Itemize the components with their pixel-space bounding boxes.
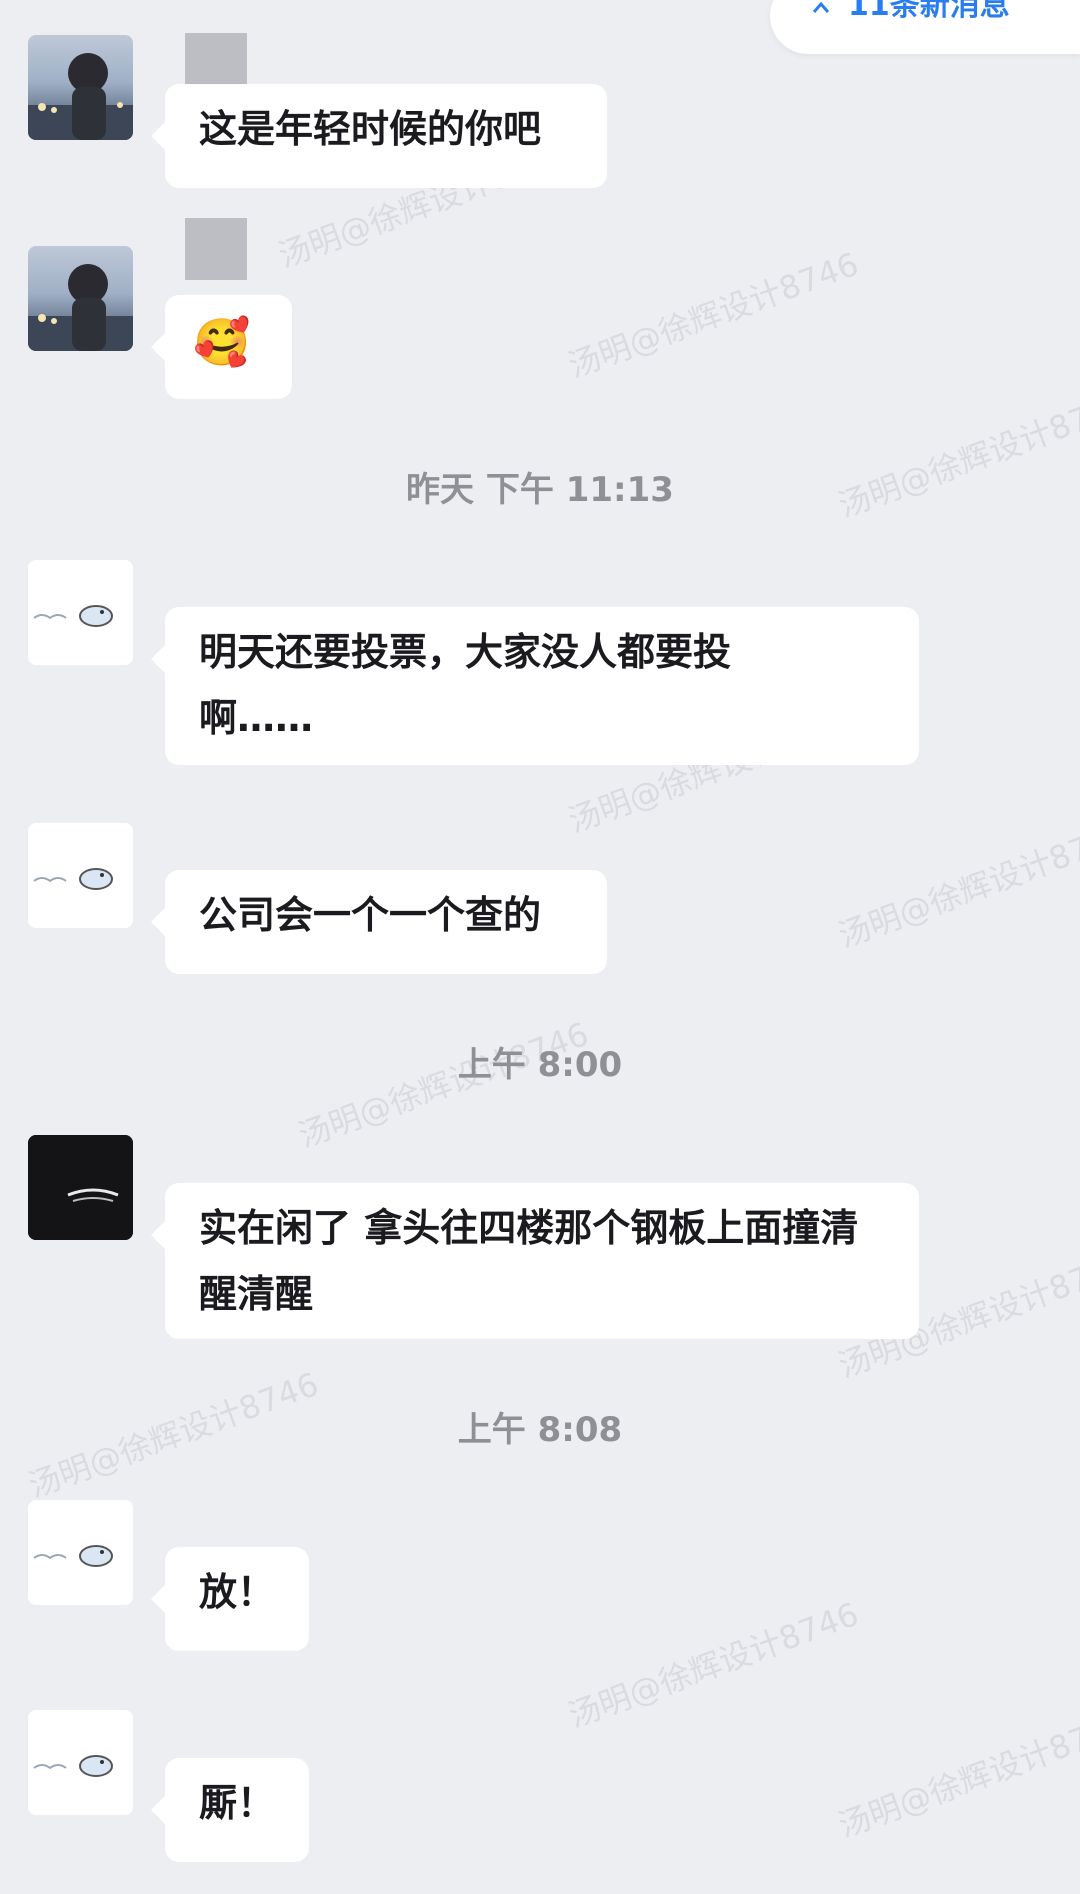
avatar-girl-icon <box>28 53 133 140</box>
avatar[interactable] <box>28 823 133 928</box>
message-bubble[interactable]: 放！ <box>151 1547 309 1651</box>
avatar-cloud-icon <box>33 605 113 627</box>
message-bubble[interactable]: 公司会一个一个查的 <box>151 870 607 974</box>
message-bubble[interactable]: 明天还要投票，大家没人都要投啊…… <box>151 607 919 765</box>
message-text: 厮！ <box>199 1781 276 1825</box>
avatar[interactable] <box>28 1500 133 1605</box>
sender-name-redacted <box>185 218 247 280</box>
message-bubble[interactable]: 🥰 <box>151 295 292 399</box>
avatar-cloud-icon <box>33 868 113 890</box>
watermark: 汤明@徐辉设计8746 <box>833 1704 1080 1845</box>
message-text: 明天还要投票，大家没人都要投啊…… <box>199 630 732 740</box>
watermark: 汤明@徐辉设计8746 <box>563 1594 864 1735</box>
message-bubble[interactable]: 这是年轻时候的你吧 <box>151 84 607 188</box>
message-text: 这是年轻时候的你吧 <box>199 107 542 151</box>
new-messages-label: 11条新消息 <box>848 0 1010 23</box>
message-text: 公司会一个一个查的 <box>199 893 542 937</box>
emoji-message: 🥰 <box>193 315 251 369</box>
avatar-cloud-icon <box>33 1545 113 1567</box>
watermark: 汤明@徐辉设计8746 <box>563 244 864 385</box>
timestamp: 上午 8:00 <box>457 1045 623 1085</box>
chevron-up-icon <box>812 1 830 13</box>
watermark: 汤明@徐辉设计8746 <box>833 814 1080 955</box>
avatar-cloud-icon <box>33 1755 113 1777</box>
avatar[interactable] <box>28 1710 133 1815</box>
avatar-car-icon <box>28 1135 133 1240</box>
message-text: 实在闲了 拿头往四楼那个钢板上面撞清醒清醒 <box>199 1206 859 1316</box>
avatar[interactable] <box>28 560 133 665</box>
avatar[interactable] <box>28 1135 133 1240</box>
timestamp: 上午 8:08 <box>457 1410 623 1450</box>
message-bubble[interactable]: 实在闲了 拿头往四楼那个钢板上面撞清醒清醒 <box>151 1183 919 1339</box>
avatar[interactable] <box>28 35 133 140</box>
message-bubble[interactable]: 厮！ <box>151 1758 309 1862</box>
new-messages-banner[interactable]: 11条新消息 <box>770 0 1080 54</box>
avatar[interactable] <box>28 246 133 351</box>
timestamp: 昨天 下午 11:13 <box>406 470 674 510</box>
avatar-girl-icon <box>28 264 133 351</box>
message-text: 放！ <box>199 1570 276 1614</box>
